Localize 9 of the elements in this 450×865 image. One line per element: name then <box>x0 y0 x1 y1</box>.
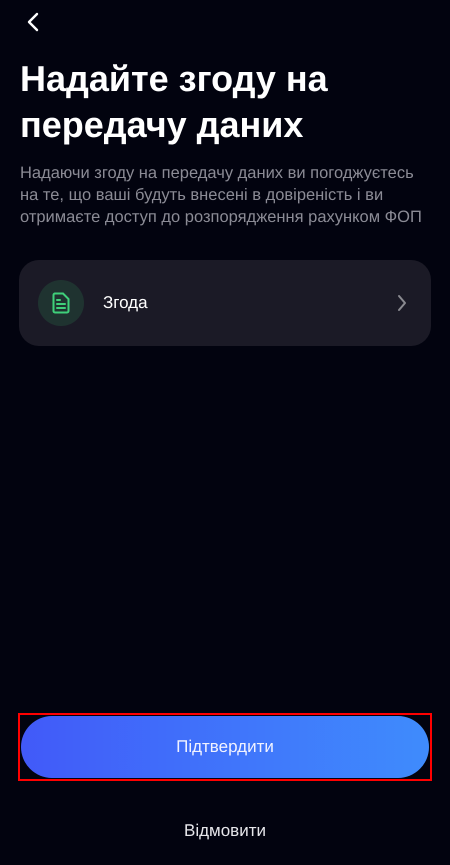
page-title: Надайте згоду на передачу даних <box>19 57 329 147</box>
description: Надаючи згоду на передачу даних ви погоджуєтесь на те, що ваші будуть внесені в довіреність і ви отримаєте доступ до розпорядження рахунком ФОП <box>19 163 423 228</box>
decline-button[interactable]: Відмовити <box>184 819 266 843</box>
confirm-button[interactable]: Підтвердити <box>21 716 429 778</box>
document-label: Згода <box>103 292 149 314</box>
document-item[interactable]: Згода <box>19 260 431 346</box>
document-icon <box>38 280 84 326</box>
chevron-right-icon <box>397 294 407 312</box>
back-icon <box>26 12 40 32</box>
